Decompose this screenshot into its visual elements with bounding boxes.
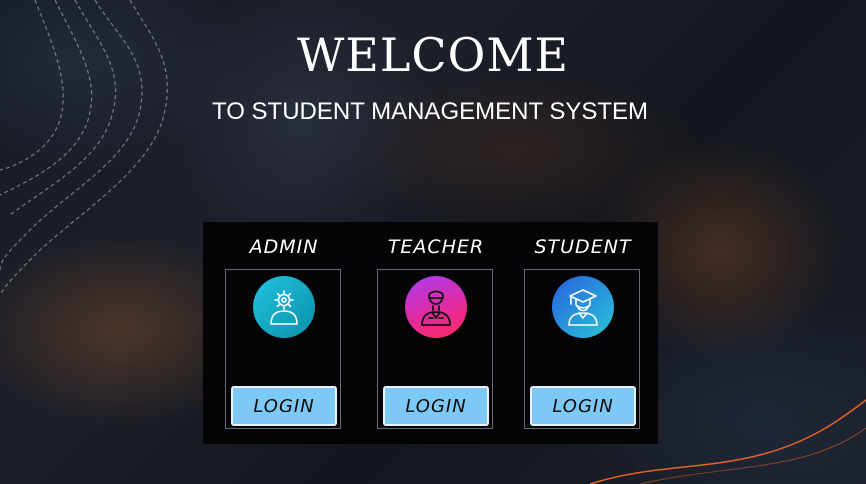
teacher-title: TEACHER <box>387 236 485 258</box>
page-subtitle: TO STUDENT MANAGEMENT SYSTEM <box>211 98 649 125</box>
student-title: STUDENT <box>534 236 632 258</box>
student-avatar <box>552 276 614 338</box>
student-login-button[interactable]: LOGIN <box>530 386 636 426</box>
admin-gear-user-icon <box>270 290 298 325</box>
admin-card: LOGIN <box>225 269 341 429</box>
teacher-avatar <box>405 276 467 338</box>
graduate-user-icon <box>568 289 598 326</box>
login-options-panel: ADMIN LOGIN TEACHER LOGIN STUDENT LOGIN <box>203 222 658 444</box>
teacher-login-button[interactable]: LOGIN <box>383 386 489 426</box>
admin-avatar <box>253 276 315 338</box>
admin-title: ADMIN <box>249 236 319 258</box>
teacher-card: LOGIN <box>377 269 493 429</box>
student-card: LOGIN <box>524 269 640 429</box>
admin-login-button[interactable]: LOGIN <box>231 386 337 426</box>
page-title: WELCOME <box>297 28 569 82</box>
teacher-user-icon <box>421 290 451 326</box>
